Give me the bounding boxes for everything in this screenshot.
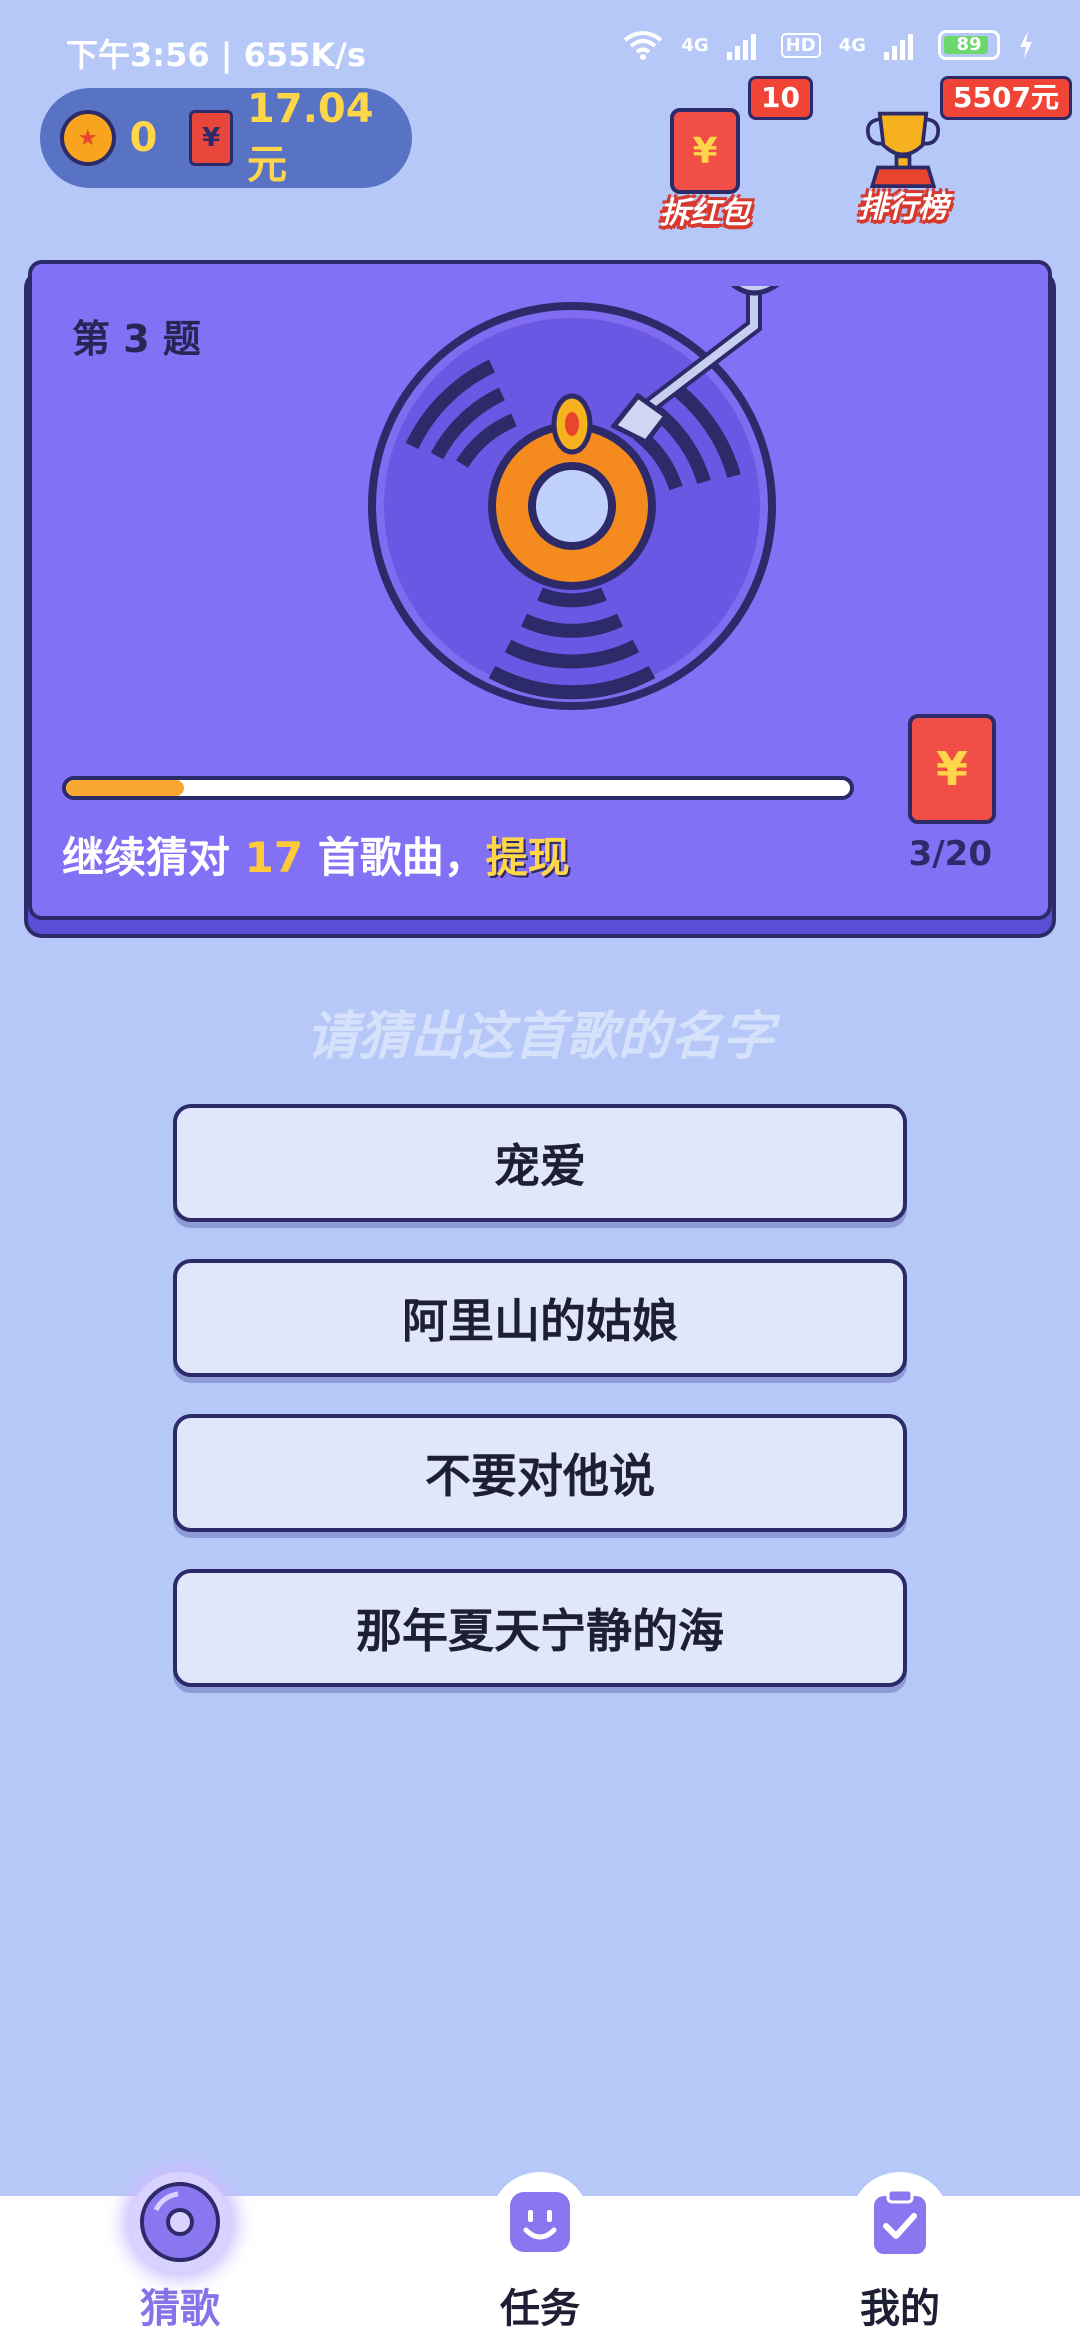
question-counter: 3/20 — [908, 834, 992, 874]
nav-item-mine[interactable]: 我的 — [800, 2172, 1000, 2334]
guess-prompt: 请猜出这首歌的名字 — [305, 1007, 774, 1067]
question-number: 第 3 题 — [72, 317, 201, 361]
nav-item-tasks[interactable]: 任务 — [440, 2172, 640, 2334]
smiley-icon — [490, 2172, 590, 2272]
answer-option-1[interactable]: 宠爱 — [173, 1104, 907, 1222]
redpack-label: 拆红包 — [660, 196, 750, 231]
open-redpack-button[interactable]: ¥ 拆红包 — [660, 108, 750, 232]
continue-count: 17 — [244, 833, 304, 882]
leaderboard-label: 排行榜 — [858, 190, 948, 225]
status-bar: 下午3:56 | 655K/s 4G HD 4G 89 — [0, 0, 1080, 90]
signal-icon-2 — [884, 34, 913, 60]
nav-label-mine: 我的 — [860, 2286, 940, 2332]
network-label-2: 4G — [838, 34, 866, 56]
hd-label: HD — [780, 32, 821, 58]
continue-message: 继续猜对 17 首歌曲，提现 — [62, 824, 570, 885]
answer-option-3[interactable]: 不要对他说 — [173, 1414, 907, 1532]
leaderboard-badge: 5507元 — [940, 76, 1072, 120]
vinyl-record-icon — [368, 286, 780, 710]
battery-icon: 89 — [938, 30, 1000, 60]
continue-suffix: 首歌曲， — [317, 833, 486, 882]
progress-bar — [62, 776, 854, 800]
battery-level: 89 — [956, 34, 982, 55]
trophy-icon — [866, 111, 940, 188]
continue-prefix: 继续猜对 — [62, 833, 231, 882]
answer-options: 宠爱 阿里山的姑娘 不要对他说 那年夏天宁静的海 — [173, 1104, 907, 1724]
wallet-pill[interactable]: 0 ¥ 17.04元 — [40, 86, 412, 188]
answer-option-4[interactable]: 那年夏天宁静的海 — [173, 1569, 907, 1687]
card-redpack-icon[interactable]: ¥ — [908, 714, 996, 824]
nav-item-guess-song[interactable]: 猜歌 — [80, 2172, 280, 2334]
bottom-nav: 猜歌 任务 我的 — [0, 2172, 1080, 2340]
status-time: 下午3:56 | 655K/s — [66, 36, 366, 74]
red-envelope-icon: ¥ — [189, 110, 234, 166]
leaderboard-button[interactable]: 排行榜 — [858, 108, 948, 226]
nav-label-guess-song: 猜歌 — [140, 2286, 220, 2332]
wifi-icon — [624, 31, 663, 60]
nav-label-tasks: 任务 — [500, 2286, 580, 2332]
network-label-1: 4G — [681, 34, 709, 56]
cash-amount: 17.04元 — [247, 86, 374, 188]
redpack-icon: ¥ — [670, 108, 740, 194]
charging-icon — [1020, 31, 1032, 59]
withdraw-link[interactable]: 提现 — [486, 833, 570, 882]
progress-fill — [66, 780, 184, 796]
redpack-badge: 10 — [748, 76, 813, 120]
disc-icon — [130, 2172, 230, 2272]
signal-icon-1 — [726, 34, 756, 60]
status-icons: 4G HD 4G 89 — [623, 30, 1034, 60]
coin-icon — [60, 110, 116, 166]
coin-count: 0 — [129, 115, 158, 161]
question-card: 第 3 题 继续猜对 17 首歌曲，提现 ¥ 3/20 — [28, 260, 1052, 920]
clipboard-check-icon — [850, 2172, 950, 2272]
answer-option-2[interactable]: 阿里山的姑娘 — [173, 1259, 907, 1377]
